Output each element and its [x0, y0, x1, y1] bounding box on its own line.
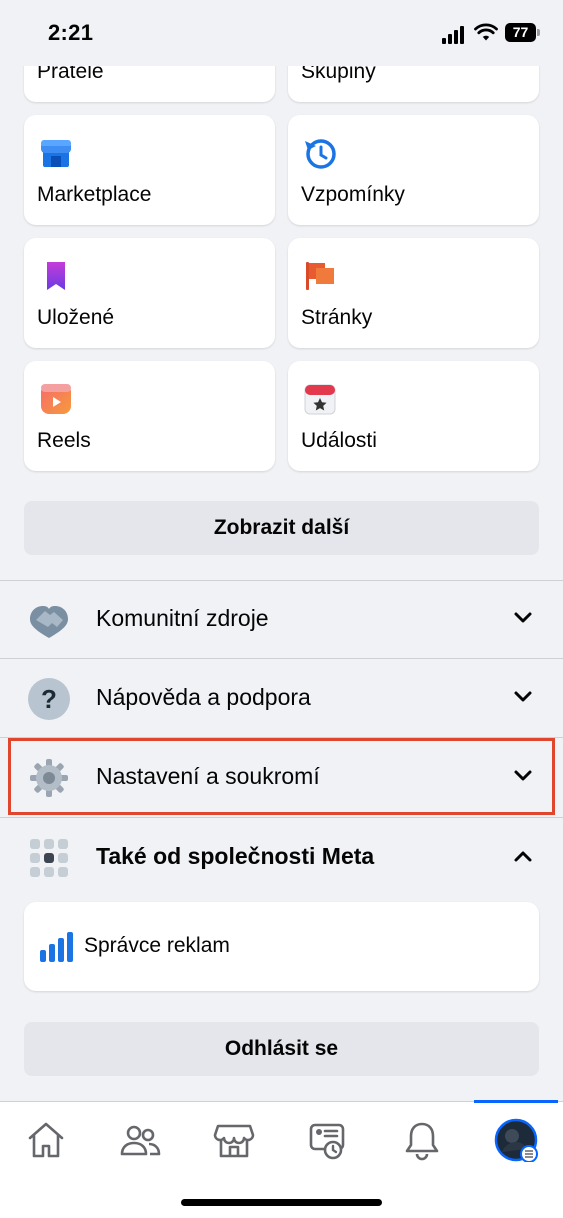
shortcut-label: Vzpomínky — [301, 183, 405, 206]
tab-bar — [0, 1100, 563, 1218]
chevron-up-icon — [514, 851, 532, 862]
marketplace-icon — [41, 140, 71, 167]
ads-manager-label: Správce reklam — [84, 934, 230, 957]
home-icon[interactable] — [24, 1118, 68, 1162]
chevron-down-icon — [514, 612, 532, 623]
active-tab-indicator — [474, 1100, 558, 1103]
handshake-icon — [30, 606, 68, 638]
ads-manager-item[interactable]: Správce reklam — [24, 902, 539, 991]
pages-icon — [306, 262, 334, 290]
shortcut-marketplace[interactable]: Marketplace — [24, 115, 275, 225]
chevron-down-icon — [514, 691, 532, 702]
shortcut-label: Reels — [37, 429, 91, 452]
help-icon: ? — [28, 678, 70, 720]
logout-button[interactable]: Odhlásit se — [24, 1022, 539, 1076]
notifications-icon[interactable] — [400, 1118, 444, 1162]
svg-text:?: ? — [41, 684, 57, 714]
section-community-resources[interactable]: Komunitní zdroje — [0, 580, 563, 658]
saved-icon — [47, 262, 65, 290]
shortcut-label: Uložené — [37, 306, 115, 329]
events-icon — [304, 384, 336, 415]
section-label: Komunitní zdroje — [96, 605, 269, 631]
show-more-button[interactable]: Zobrazit další — [24, 501, 539, 555]
marketplace-tab-icon[interactable] — [212, 1118, 256, 1162]
shortcut-label: Stránky — [301, 306, 373, 329]
memories-icon — [305, 139, 336, 169]
home-indicator — [181, 1199, 382, 1206]
meta-apps-icon — [30, 839, 68, 877]
shortcut-label: Marketplace — [37, 183, 152, 206]
profile-menu-icon[interactable] — [494, 1118, 538, 1162]
memories-tab-icon[interactable] — [306, 1118, 350, 1162]
shortcut-label: Události — [301, 429, 377, 452]
friends-tab-icon[interactable] — [118, 1118, 162, 1162]
section-also-from-meta[interactable]: Také od společnosti Meta — [0, 818, 563, 896]
status-bar: 2:21 77 — [0, 0, 563, 66]
highlight-box — [8, 738, 555, 815]
wifi-icon — [474, 23, 498, 41]
shortcut-pages[interactable]: Stránky — [288, 238, 539, 348]
shortcut-reels[interactable]: Reels — [24, 361, 275, 471]
section-help-support[interactable]: ? Nápověda a podpora — [0, 659, 563, 737]
reels-icon — [41, 384, 71, 414]
shortcut-memories[interactable]: Vzpomínky — [288, 115, 539, 225]
battery-level: 77 — [505, 23, 536, 42]
section-label: Nápověda a podpora — [96, 684, 311, 710]
shortcut-saved[interactable]: Uložené — [24, 238, 275, 348]
battery-cap — [537, 29, 540, 36]
cellular-signal-icon — [442, 26, 468, 44]
ads-manager-icon — [40, 932, 73, 962]
section-label: Také od společnosti Meta — [96, 843, 375, 869]
status-time: 2:21 — [48, 20, 94, 45]
shortcut-events[interactable]: Události — [288, 361, 539, 471]
